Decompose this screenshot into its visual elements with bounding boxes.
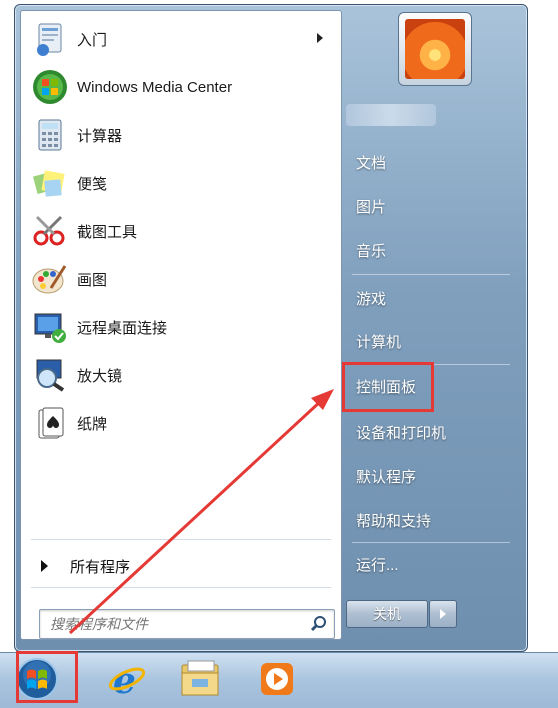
- menu-item-label: 计算机: [356, 333, 402, 351]
- taskbar-media-player[interactable]: [254, 659, 300, 703]
- program-item-snipping-tool[interactable]: 截图工具: [27, 209, 333, 253]
- menu-item-label: 运行...: [356, 556, 399, 574]
- windows-media-center-icon: [31, 68, 69, 106]
- program-label: 放大镜: [77, 367, 123, 385]
- menu-item-run[interactable]: 运行...: [348, 546, 512, 582]
- highlight-box-start-button: [16, 651, 78, 703]
- media-player-icon: [257, 659, 297, 704]
- menu-item-label: 设备和打印机: [356, 424, 447, 442]
- divider: [31, 539, 331, 540]
- menu-item-label: 游戏: [356, 290, 387, 308]
- menu-item-devices-printers[interactable]: 设备和打印机: [348, 414, 512, 450]
- menu-item-label: 图片: [356, 198, 387, 216]
- program-item-calculator[interactable]: 计算器: [27, 113, 333, 157]
- divider: [352, 274, 510, 275]
- all-programs-button[interactable]: 所有程序: [27, 549, 333, 583]
- getting-started-icon: [31, 20, 69, 58]
- program-item-sticky-notes[interactable]: 便笺: [27, 161, 333, 205]
- windows-explorer-icon: [180, 659, 222, 704]
- program-label: 画图: [77, 271, 108, 289]
- flower-image: [405, 19, 465, 79]
- submenu-arrow-icon: [317, 33, 323, 43]
- menu-item-help-support[interactable]: 帮助和支持: [348, 502, 512, 538]
- shutdown-label: 关机: [373, 606, 401, 622]
- program-label: Windows Media Center: [77, 78, 233, 96]
- search-input[interactable]: [48, 613, 302, 635]
- divider: [31, 587, 331, 588]
- user-picture[interactable]: [398, 12, 472, 86]
- menu-item-games[interactable]: 游戏: [348, 280, 512, 316]
- remote-desktop-icon: [31, 308, 69, 346]
- arrow-right-icon: [41, 560, 48, 572]
- menu-item-computer[interactable]: 计算机: [348, 323, 512, 359]
- program-item-magnifier[interactable]: 放大镜: [27, 353, 333, 397]
- program-item-getting-started[interactable]: 入门: [27, 17, 333, 61]
- program-label: 截图工具: [77, 223, 138, 241]
- program-item-remote-desktop[interactable]: 远程桌面连接: [27, 305, 333, 349]
- program-label: 远程桌面连接: [77, 319, 168, 337]
- solitaire-icon: [31, 404, 69, 442]
- search-box[interactable]: [39, 609, 335, 639]
- program-item-paint[interactable]: 画图: [27, 257, 333, 301]
- menu-item-pictures[interactable]: 图片: [348, 188, 512, 224]
- taskbar: e: [0, 652, 558, 708]
- all-programs-label: 所有程序: [70, 558, 131, 576]
- program-label: 入门: [77, 31, 108, 49]
- sticky-notes-icon: [31, 164, 69, 202]
- svg-text:e: e: [113, 660, 136, 699]
- menu-item-label: 音乐: [356, 242, 387, 260]
- program-item-windows-media-center[interactable]: Windows Media Center: [27, 65, 333, 109]
- start-menu-programs-pane: 入门 Windows Media Center 计算器 便笺 截图工具 画图 远…: [20, 10, 342, 640]
- menu-item-documents[interactable]: 文档: [348, 144, 512, 180]
- taskbar-windows-explorer[interactable]: [178, 659, 224, 703]
- menu-item-music[interactable]: 音乐: [348, 232, 512, 268]
- internet-explorer-icon: e: [107, 659, 147, 704]
- menu-item-label: 帮助和支持: [356, 512, 432, 530]
- highlight-box-control-panel: [342, 362, 434, 412]
- user-name[interactable]: [346, 104, 436, 126]
- search-icon[interactable]: [310, 615, 328, 633]
- calculator-icon: [31, 116, 69, 154]
- program-label: 计算器: [77, 127, 123, 145]
- program-item-solitaire[interactable]: 纸牌: [27, 401, 333, 445]
- snipping-tool-icon: [31, 212, 69, 250]
- program-label: 纸牌: [77, 415, 108, 433]
- paint-icon: [31, 260, 69, 298]
- menu-item-label: 文档: [356, 154, 387, 172]
- program-label: 便笺: [77, 175, 108, 193]
- menu-item-label: 默认程序: [356, 468, 417, 486]
- shutdown-options-button[interactable]: [429, 600, 457, 628]
- menu-item-default-programs[interactable]: 默认程序: [348, 458, 512, 494]
- shutdown-button[interactable]: 关机: [346, 600, 428, 628]
- magnifier-icon: [31, 356, 69, 394]
- divider: [352, 542, 510, 543]
- taskbar-internet-explorer[interactable]: e: [104, 659, 150, 703]
